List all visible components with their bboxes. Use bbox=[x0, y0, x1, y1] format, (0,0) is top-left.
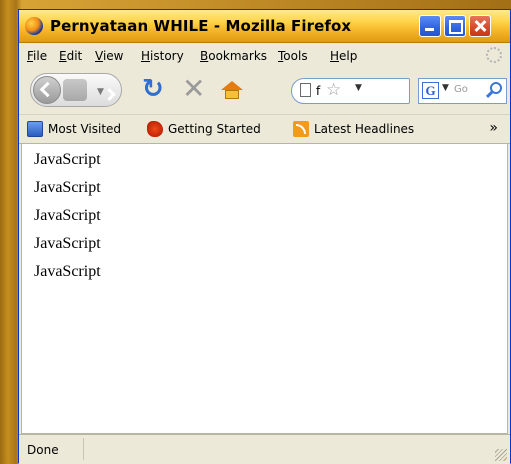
firefox-icon bbox=[147, 121, 163, 137]
bookmarks-toolbar: Most Visited Getting Started Latest Head… bbox=[19, 114, 510, 144]
content-line: JavaScript bbox=[34, 207, 101, 224]
content-line: JavaScript bbox=[34, 235, 101, 252]
close-button[interactable] bbox=[469, 15, 491, 37]
url-bar[interactable]: f ☆ ▼ bbox=[291, 78, 410, 104]
menu-history[interactable]: History bbox=[141, 49, 184, 63]
status-bar: Done bbox=[19, 434, 510, 464]
menu-bookmarks[interactable]: Bookmarks bbox=[200, 49, 267, 63]
bookmark-label: Most Visited bbox=[48, 122, 122, 136]
menu-file[interactable]: File bbox=[27, 49, 47, 63]
rss-icon bbox=[293, 121, 309, 137]
url-text[interactable]: f bbox=[316, 84, 320, 98]
content-line: JavaScript bbox=[34, 263, 101, 280]
magnifier-icon[interactable] bbox=[490, 82, 502, 94]
page-icon bbox=[300, 83, 311, 97]
google-icon[interactable]: G bbox=[422, 82, 439, 99]
navigation-toolbar: ▼ ↻ ✕ f ☆ ▼ G ▼ Go bbox=[19, 68, 510, 113]
search-input[interactable]: Go bbox=[454, 84, 468, 95]
bookmark-label: Latest Headlines bbox=[314, 122, 415, 136]
forward-arrow-icon bbox=[103, 88, 121, 102]
page-content: JavaScript JavaScript JavaScript JavaScr… bbox=[21, 143, 508, 434]
status-text: Done bbox=[27, 443, 59, 457]
forward-button[interactable] bbox=[63, 79, 87, 101]
status-panel bbox=[83, 438, 480, 460]
folder-icon bbox=[27, 121, 43, 137]
content-line: JavaScript bbox=[34, 179, 101, 196]
window-title: Pernyataan WHILE - Mozilla Firefox bbox=[50, 17, 352, 35]
menu-bar: File Edit View History Bookmarks Tools H… bbox=[19, 43, 510, 67]
bookmark-label: Getting Started bbox=[168, 122, 261, 136]
bookmark-most-visited[interactable]: Most Visited bbox=[27, 121, 121, 137]
back-forward-group: ▼ bbox=[30, 73, 122, 107]
throbber-icon bbox=[486, 47, 502, 63]
bookmarks-overflow-icon[interactable]: » bbox=[489, 120, 498, 136]
menu-tools[interactable]: Tools bbox=[278, 49, 308, 63]
reload-button[interactable]: ↻ bbox=[142, 75, 164, 103]
minimize-button[interactable] bbox=[419, 15, 441, 37]
home-button[interactable] bbox=[221, 81, 243, 99]
menu-edit[interactable]: Edit bbox=[59, 49, 82, 63]
back-button[interactable] bbox=[33, 76, 61, 104]
bookmark-star-icon[interactable]: ☆ bbox=[326, 80, 341, 100]
resize-grip-icon[interactable] bbox=[495, 449, 507, 461]
search-engine-dropdown-icon[interactable]: ▼ bbox=[442, 83, 449, 93]
browser-window: Pernyataan WHILE - Mozilla Firefox File … bbox=[18, 9, 511, 464]
search-bar[interactable]: G ▼ Go bbox=[418, 78, 507, 104]
maximize-button[interactable] bbox=[444, 15, 466, 37]
history-dropdown-icon[interactable]: ▼ bbox=[97, 87, 104, 97]
home-base-icon bbox=[225, 90, 239, 99]
title-bar[interactable]: Pernyataan WHILE - Mozilla Firefox bbox=[19, 10, 510, 43]
firefox-logo-icon bbox=[25, 17, 43, 35]
menu-view[interactable]: View bbox=[95, 49, 123, 63]
bookmark-latest-headlines[interactable]: Latest Headlines bbox=[293, 121, 414, 137]
url-dropdown-icon[interactable]: ▼ bbox=[355, 83, 362, 93]
content-line: JavaScript bbox=[34, 151, 101, 168]
home-roof-icon bbox=[221, 81, 243, 90]
stop-button[interactable]: ✕ bbox=[182, 75, 205, 103]
bookmark-getting-started[interactable]: Getting Started bbox=[147, 121, 261, 137]
menu-help[interactable]: Help bbox=[330, 49, 357, 63]
